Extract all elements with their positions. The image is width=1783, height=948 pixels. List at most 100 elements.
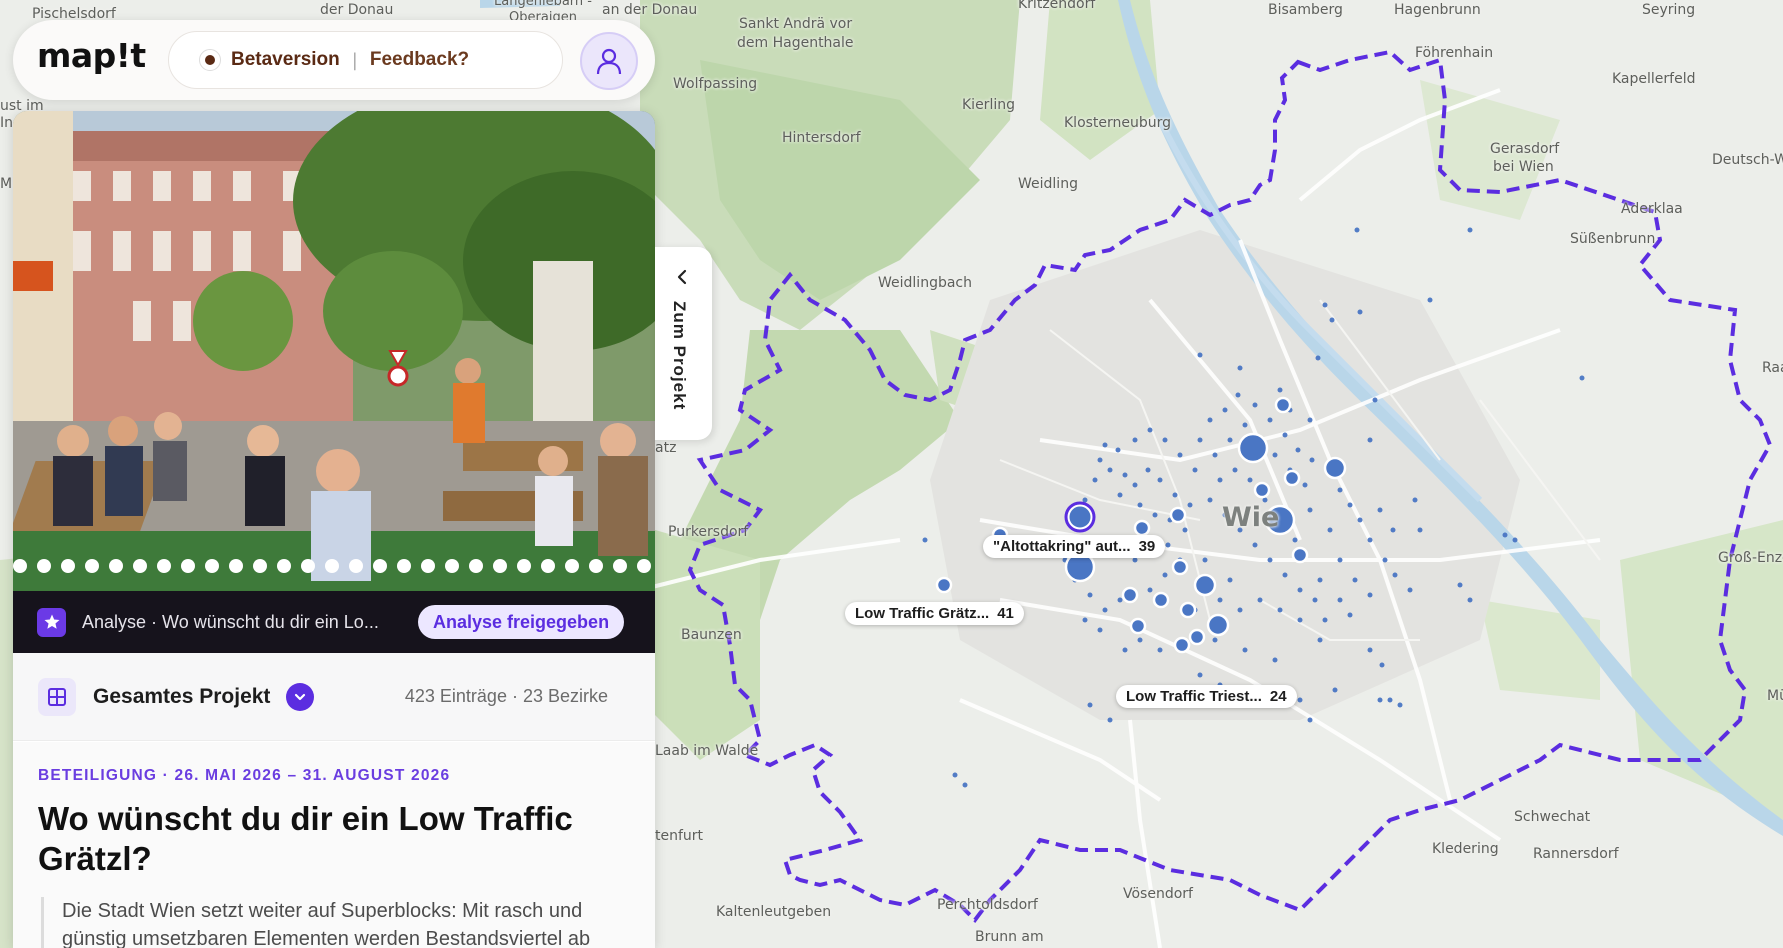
top-bar: map!t Betaversion | Feedback? [13, 20, 655, 100]
place-label: Hagenbrunn [1394, 2, 1481, 18]
gallery-dot[interactable] [253, 559, 267, 573]
place-label: dem Hagenthale [737, 35, 854, 51]
project-phase: BETEILIGUNG · 26. MAI 2026 – 31. AUGUST … [38, 767, 451, 784]
gallery-dot[interactable] [325, 559, 339, 573]
place-label: Kaltenleutgeben [716, 904, 832, 920]
scope-label: Gesamtes Projekt [93, 684, 271, 708]
place-label: Kapellerfeld [1612, 71, 1696, 87]
cluster-label-name: "Altottakring" aut... [993, 538, 1131, 555]
place-label: an der Donau [602, 2, 698, 18]
place-label: Groß-Enzers [1718, 550, 1783, 566]
gallery-dot[interactable] [37, 559, 51, 573]
place-label: bei Wien [1493, 159, 1554, 175]
gallery-dot[interactable] [541, 559, 555, 573]
project-info: BETEILIGUNG · 26. MAI 2026 – 31. AUGUST … [13, 742, 655, 948]
beta-pill: Betaversion | Feedback? [168, 31, 563, 89]
gallery-dot[interactable] [349, 559, 363, 573]
gallery-dot[interactable] [13, 559, 27, 573]
place-label: Brunn am [975, 929, 1044, 945]
place-label: Baunzen [681, 627, 742, 643]
place-label: Purkersdorf [668, 524, 749, 540]
cluster-label-count: 39 [1138, 538, 1156, 555]
gallery-dot[interactable] [229, 559, 243, 573]
app-logo[interactable]: map!t [37, 36, 146, 75]
divider: | [351, 49, 358, 71]
zum-projekt-tab[interactable]: Zum Projekt [655, 247, 712, 440]
gallery-dot[interactable] [157, 559, 171, 573]
star-icon [37, 607, 66, 637]
place-label: Raa [1762, 360, 1783, 376]
gallery-dot[interactable] [613, 559, 627, 573]
cluster-label[interactable]: Low Traffic Triest... 24 [1116, 685, 1297, 708]
place-label: Hintersdorf [782, 130, 861, 146]
photo-illustration [13, 111, 655, 591]
project-photo[interactable] [13, 111, 655, 591]
place-label: Aderklaa [1621, 201, 1683, 217]
place-label: Kierling [962, 97, 1015, 113]
gallery-dot[interactable] [565, 559, 579, 573]
gallery-dot[interactable] [85, 559, 99, 573]
place-label: Föhrenhain [1415, 45, 1494, 61]
place-label: Perchtoldsdorf [937, 897, 1038, 913]
gallery-dot[interactable] [373, 559, 387, 573]
place-label: Sankt Andrä vor [739, 16, 853, 32]
place-label: Gerasdorf [1490, 141, 1560, 157]
beta-label: Betaversion [231, 49, 340, 70]
project-description: Die Stadt Wien setzt weiter auf Superblo… [41, 897, 611, 948]
analysis-title: Analyse · Wo wünscht du dir ein Lo... [82, 611, 379, 632]
place-label: Weidling [1018, 176, 1078, 192]
beta-status-dot-icon [199, 49, 221, 71]
project-panel: Analyse · Wo wünscht du dir ein Lo... An… [13, 111, 655, 948]
cluster-label-count: 41 [997, 605, 1014, 622]
project-title: Wo wünscht du dir ein Low Traffic Grätzl… [38, 800, 573, 877]
chevron-down-icon[interactable] [286, 682, 315, 711]
cluster-label[interactable]: "Altottakring" aut... 39 [983, 535, 1166, 558]
place-label: Kritzendorf [1018, 0, 1096, 12]
place-label: Schwechat [1514, 809, 1591, 825]
place-label: Seyring [1642, 2, 1696, 18]
user-account-button[interactable] [580, 32, 638, 90]
gallery-dot[interactable] [301, 559, 315, 573]
gallery-dot[interactable] [421, 559, 435, 573]
user-icon [596, 48, 622, 75]
gallery-dot[interactable] [205, 559, 219, 573]
place-label: der Donau [320, 2, 394, 18]
place-label-city: Wie [1222, 502, 1280, 533]
place-label: atz [655, 440, 677, 456]
zum-projekt-label: Zum Projekt [670, 301, 689, 411]
cluster-label[interactable]: Low Traffic Grätz... 41 [845, 602, 1024, 625]
gallery-dot[interactable] [397, 559, 411, 573]
gallery-dot[interactable] [61, 559, 75, 573]
analysis-bar[interactable]: Analyse · Wo wünscht du dir ein Lo... An… [13, 591, 655, 653]
place-label: Mü [1767, 688, 1783, 704]
scope-selector[interactable]: Gesamtes Projekt 423 Einträge · 23 Bezir… [13, 653, 655, 741]
place-label: Weidlingbach [878, 275, 972, 291]
place-label: Vösendorf [1123, 886, 1193, 902]
gallery-dot[interactable] [133, 559, 147, 573]
gallery-dot[interactable] [445, 559, 459, 573]
gallery-dot[interactable] [589, 559, 603, 573]
feedback-link[interactable]: Feedback? [370, 49, 469, 71]
grid-icon [38, 677, 76, 716]
gallery-dot[interactable] [109, 559, 123, 573]
gallery-dot[interactable] [181, 559, 195, 573]
place-label: Rannersdorf [1533, 846, 1619, 862]
place-label: tenfurt [655, 828, 704, 844]
gallery-pagination [13, 559, 655, 579]
gallery-dot[interactable] [277, 559, 291, 573]
cluster-label-name: Low Traffic Triest... [1126, 688, 1262, 705]
place-label: Laab im Walde [655, 743, 759, 759]
place-label: Wolfpassing [673, 76, 758, 92]
gallery-dot[interactable] [517, 559, 531, 573]
chevron-left-icon [677, 269, 687, 285]
place-label: Klosterneuburg [1064, 115, 1172, 131]
place-label: Kledering [1432, 841, 1499, 857]
cluster-label-count: 24 [1269, 688, 1287, 705]
gallery-dot[interactable] [637, 559, 651, 573]
place-label: Bisamberg [1268, 2, 1343, 18]
gallery-dot[interactable] [469, 559, 483, 573]
gallery-dot[interactable] [493, 559, 507, 573]
analysis-released-badge[interactable]: Analyse freigegeben [418, 605, 625, 639]
cluster-label-name: Low Traffic Grätz... [855, 605, 990, 622]
place-label: Süßenbrunn [1570, 231, 1656, 247]
